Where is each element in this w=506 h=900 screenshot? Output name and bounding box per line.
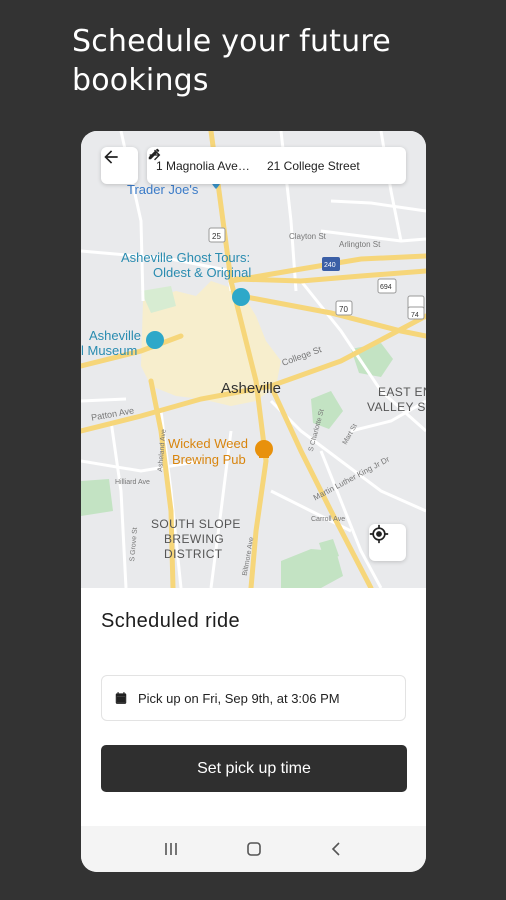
arrow-left-icon: [104, 150, 118, 164]
nav-back-button[interactable]: [322, 834, 352, 864]
street-label-s-grove-st: S Grove St: [129, 527, 140, 562]
home-button[interactable]: [239, 834, 269, 864]
map-canvas: [81, 131, 426, 588]
phone-screen: Trader Joe's Asheville Ghost Tours: Olde…: [81, 131, 426, 872]
my-location-button[interactable]: [369, 524, 406, 561]
highway-shield-25: 25: [212, 232, 221, 241]
sheet-title: Scheduled ride: [101, 610, 241, 632]
highway-shield-240: 240: [324, 262, 336, 269]
bottom-sheet: Scheduled ride Pick up on Fri, Sep 9th, …: [81, 588, 426, 826]
chevron-left-icon: [331, 842, 340, 856]
map-label-asheville: Asheville: [221, 380, 282, 397]
back-button[interactable]: [101, 147, 138, 184]
map-label-east-end-2: VALLEY ST: [367, 400, 426, 414]
home-icon: [246, 842, 261, 856]
map-label-wicked-weed: Wicked Weed: [168, 436, 248, 451]
system-nav-bar: [81, 826, 426, 872]
street-label-carroll-ave: Carroll Ave: [311, 516, 346, 523]
map-label-ghost-tours-2: Oldest & Original: [153, 265, 252, 280]
route-to[interactable]: 21 College Street: [267, 159, 398, 173]
highway-shield-70: 70: [339, 305, 348, 314]
street-label-arlington-st: Arlington St: [339, 240, 381, 249]
route-bar[interactable]: 1 Magnolia Avenue 21 College Street: [147, 147, 406, 184]
map-label-museum-2: l Museum: [81, 343, 138, 358]
map-label-south-slope-3: DISTRICT: [164, 547, 223, 561]
headline: Schedule your future bookings: [72, 24, 391, 98]
my-location-icon: [369, 524, 389, 544]
map-label-south-slope-2: BREWING: [164, 532, 225, 546]
set-pickup-time-button[interactable]: Set pick up time: [101, 745, 407, 792]
recents-button[interactable]: [156, 834, 186, 864]
pickup-time-text: Pick up on Fri, Sep 9th, at 3:06 PM: [138, 690, 340, 706]
street-label-clayton-st: Clayton St: [289, 232, 326, 241]
map-label-museum: Asheville: [89, 328, 142, 343]
highway-shield-74: 74: [411, 312, 419, 319]
calendar-icon: [114, 691, 128, 705]
route-from[interactable]: 1 Magnolia Avenue: [156, 159, 256, 173]
pickup-time-field[interactable]: Pick up on Fri, Sep 9th, at 3:06 PM: [101, 675, 406, 721]
map-label-wicked-weed-2: Brewing Pub: [172, 452, 246, 467]
map[interactable]: Trader Joe's Asheville Ghost Tours: Olde…: [81, 131, 426, 588]
street-label-hilliard-ave: Hilliard Ave: [115, 479, 150, 486]
map-label-south-slope: SOUTH SLOPE: [151, 517, 241, 531]
map-label-east-end: EAST EN: [378, 385, 426, 399]
map-label-ghost-tours: Asheville Ghost Tours:: [121, 250, 251, 265]
highway-shield-694: 694: [380, 284, 392, 291]
recents-icon: [164, 843, 177, 855]
map-label-trader-joes: Trader Joe's: [127, 182, 199, 197]
